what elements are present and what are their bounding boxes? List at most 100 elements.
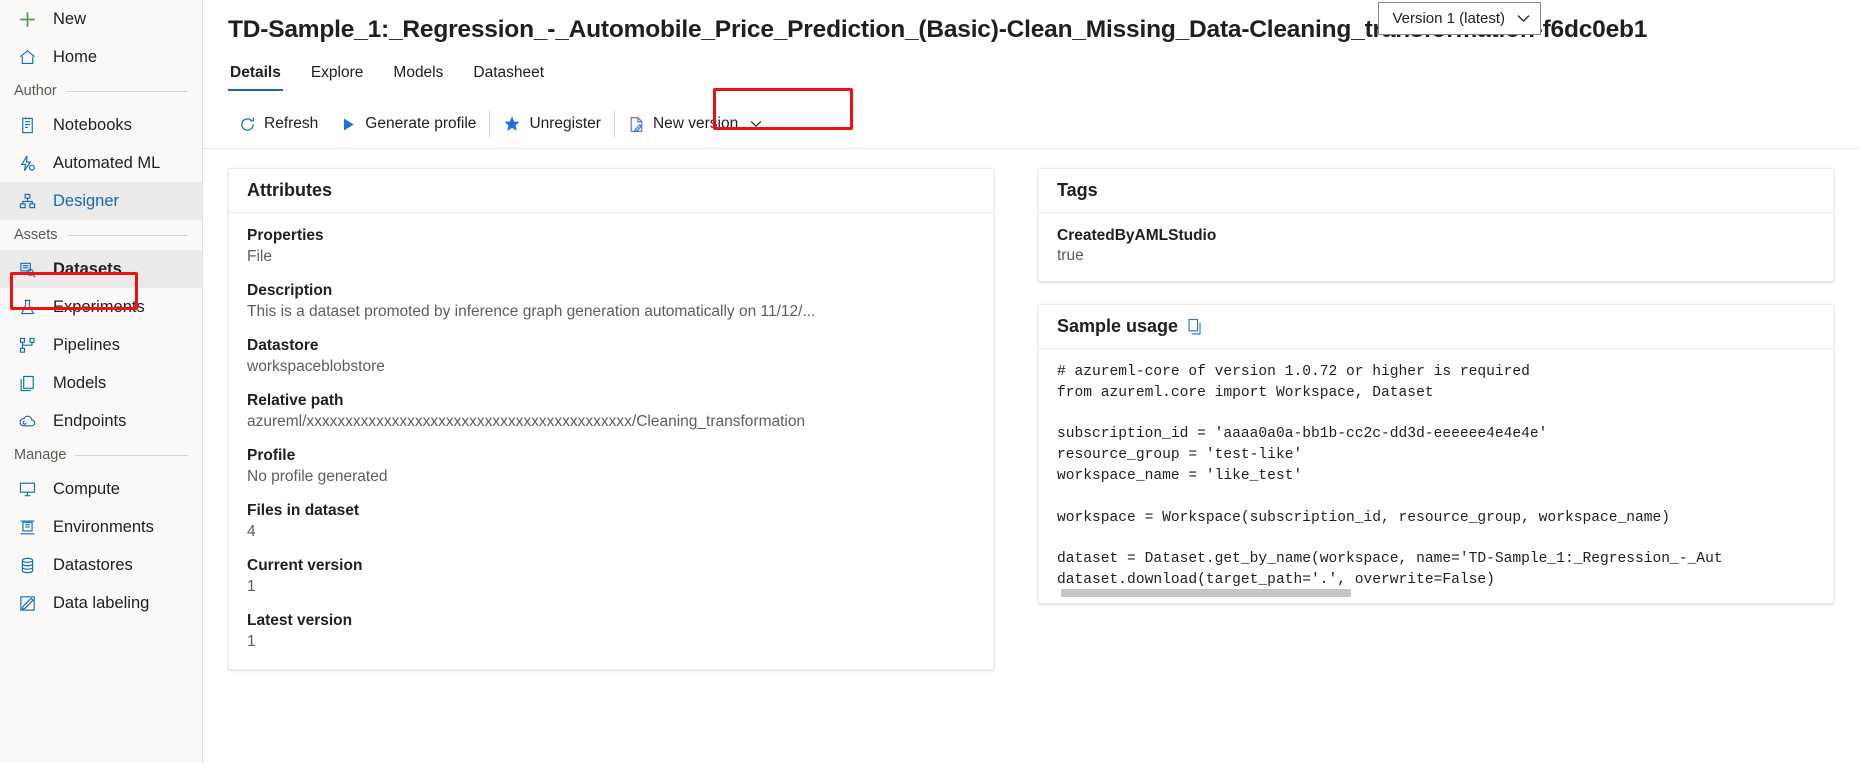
attribute-key: Latest version (247, 612, 975, 630)
sidebar-item-label: Datasets (44, 260, 122, 279)
compute-icon (18, 480, 44, 499)
toolbar: Refresh Generate profile Unregister (203, 102, 1859, 146)
home-icon (18, 48, 44, 67)
sidebar-item-new[interactable]: New (0, 0, 202, 38)
divider (489, 111, 490, 137)
sidebar-item-label: Data labeling (44, 594, 149, 613)
sidebar-item-home[interactable]: Home (0, 38, 202, 76)
sample-usage-title: Sample usage (1057, 316, 1178, 337)
sidebar-item-label: Home (44, 48, 97, 67)
attribute-key: Datastore (247, 337, 975, 355)
attribute-row-properties: Properties File (247, 227, 975, 266)
unregister-button[interactable]: Unregister (492, 108, 612, 140)
attributes-title: Attributes (229, 169, 993, 213)
sidebar-group-manage: Manage (0, 440, 202, 470)
title-bar: TD-Sample_1:_Regression_-_Automobile_Pri… (203, 0, 1859, 60)
main-area: TD-Sample_1:_Regression_-_Automobile_Pri… (203, 0, 1859, 763)
attribute-row-latest-version: Latest version 1 (247, 612, 975, 651)
attribute-key: Properties (247, 227, 975, 245)
sidebar-group-author: Author (0, 76, 202, 106)
sidebar-group-assets: Assets (0, 220, 202, 250)
tab-bar: Details Explore Models Datasheet (203, 60, 1859, 102)
refresh-icon (239, 116, 256, 133)
sidebar: New Home Author Notebooks (0, 0, 203, 763)
sidebar-item-label: Notebooks (44, 116, 132, 135)
attribute-value: 1 (247, 633, 965, 651)
attribute-key: Files in dataset (247, 502, 975, 520)
chevron-down-icon (1517, 14, 1530, 23)
generate-profile-button[interactable]: Generate profile (329, 108, 487, 140)
tags-card: Tags CreatedByAMLStudio true (1038, 168, 1834, 282)
sidebar-item-datasets[interactable]: Datasets (0, 250, 202, 288)
tag-value: true (1057, 247, 1815, 265)
sidebar-item-designer[interactable]: Designer (0, 182, 202, 220)
tab-explore[interactable]: Explore (309, 60, 366, 91)
sidebar-item-automated-ml[interactable]: Automated ML (0, 144, 202, 182)
sample-usage-card: Sample usage # azureml-core of version 1… (1038, 304, 1834, 604)
attribute-row-relative-path: Relative path azureml/xxxxxxxxxxxxxxxxxx… (247, 392, 975, 431)
code-horizontal-scrollbar[interactable] (1061, 589, 1351, 597)
version-dropdown[interactable]: Version 1 (latest) (1378, 2, 1541, 35)
app-root: New Home Author Notebooks (0, 0, 1859, 763)
attribute-value: This is a dataset promoted by inference … (247, 303, 965, 321)
left-column: Attributes Properties File Description T… (228, 168, 994, 763)
sidebar-item-datastores[interactable]: Datastores (0, 546, 202, 584)
tab-datasheet[interactable]: Datasheet (471, 60, 546, 91)
sidebar-item-label: Endpoints (44, 412, 126, 431)
sidebar-item-models[interactable]: Models (0, 364, 202, 402)
new-version-icon (628, 116, 645, 133)
attribute-value: workspaceblobstore (247, 358, 965, 376)
tag-entry: CreatedByAMLStudio true (1057, 227, 1815, 265)
copy-icon[interactable] (1187, 318, 1204, 336)
sidebar-item-endpoints[interactable]: Endpoints (0, 402, 202, 440)
star-icon (503, 115, 521, 133)
sidebar-item-experiments[interactable]: Experiments (0, 288, 202, 326)
tags-body: CreatedByAMLStudio true (1039, 213, 1833, 281)
sidebar-item-environments[interactable]: Environments (0, 508, 202, 546)
sidebar-item-label: Models (44, 374, 106, 393)
datastores-icon (18, 556, 44, 575)
attribute-value: 1 (247, 578, 965, 596)
sidebar-group-label: Assets (14, 227, 58, 243)
sidebar-item-label: Datastores (44, 556, 133, 575)
models-icon (18, 374, 44, 393)
endpoints-icon (18, 412, 44, 431)
attributes-body: Properties File Description This is a da… (229, 213, 993, 669)
attribute-row-datastore: Datastore workspaceblobstore (247, 337, 975, 376)
refresh-label: Refresh (264, 115, 318, 133)
attribute-row-profile: Profile No profile generated (247, 447, 975, 486)
sidebar-group-label: Author (14, 83, 57, 99)
tab-models[interactable]: Models (391, 60, 445, 91)
attribute-value: File (247, 248, 965, 266)
sample-usage-code: # azureml-core of version 1.0.72 or high… (1057, 362, 1815, 591)
attribute-key: Current version (247, 557, 975, 575)
version-dropdown-label: Version 1 (latest) (1392, 10, 1505, 27)
sidebar-item-notebooks[interactable]: Notebooks (0, 106, 202, 144)
sidebar-item-label: Pipelines (44, 336, 120, 355)
attribute-value: 4 (247, 523, 965, 541)
refresh-button[interactable]: Refresh (228, 108, 329, 140)
play-icon (340, 116, 357, 133)
divider (614, 111, 615, 137)
notebook-icon (18, 116, 44, 135)
divider (75, 455, 188, 456)
sidebar-item-label: Experiments (44, 298, 145, 317)
right-column: Tags CreatedByAMLStudio true Sample usag… (1038, 168, 1834, 763)
content-area: Attributes Properties File Description T… (203, 148, 1859, 763)
sidebar-item-pipelines[interactable]: Pipelines (0, 326, 202, 364)
sidebar-item-label: Designer (44, 192, 119, 211)
tab-details[interactable]: Details (228, 60, 283, 91)
sample-usage-code-body: # azureml-core of version 1.0.72 or high… (1039, 349, 1833, 603)
sidebar-item-label: Environments (44, 518, 154, 537)
datasets-icon (18, 260, 44, 279)
divider (67, 235, 188, 236)
attributes-card: Attributes Properties File Description T… (228, 168, 994, 670)
tags-title: Tags (1039, 169, 1833, 213)
new-version-button[interactable]: New version (617, 108, 773, 140)
sidebar-item-label: New (44, 10, 86, 29)
sidebar-item-compute[interactable]: Compute (0, 470, 202, 508)
attribute-row-description: Description This is a dataset promoted b… (247, 282, 975, 321)
generate-profile-label: Generate profile (365, 115, 476, 133)
sidebar-item-data-labeling[interactable]: Data labeling (0, 584, 202, 622)
tag-key: CreatedByAMLStudio (1057, 227, 1815, 245)
